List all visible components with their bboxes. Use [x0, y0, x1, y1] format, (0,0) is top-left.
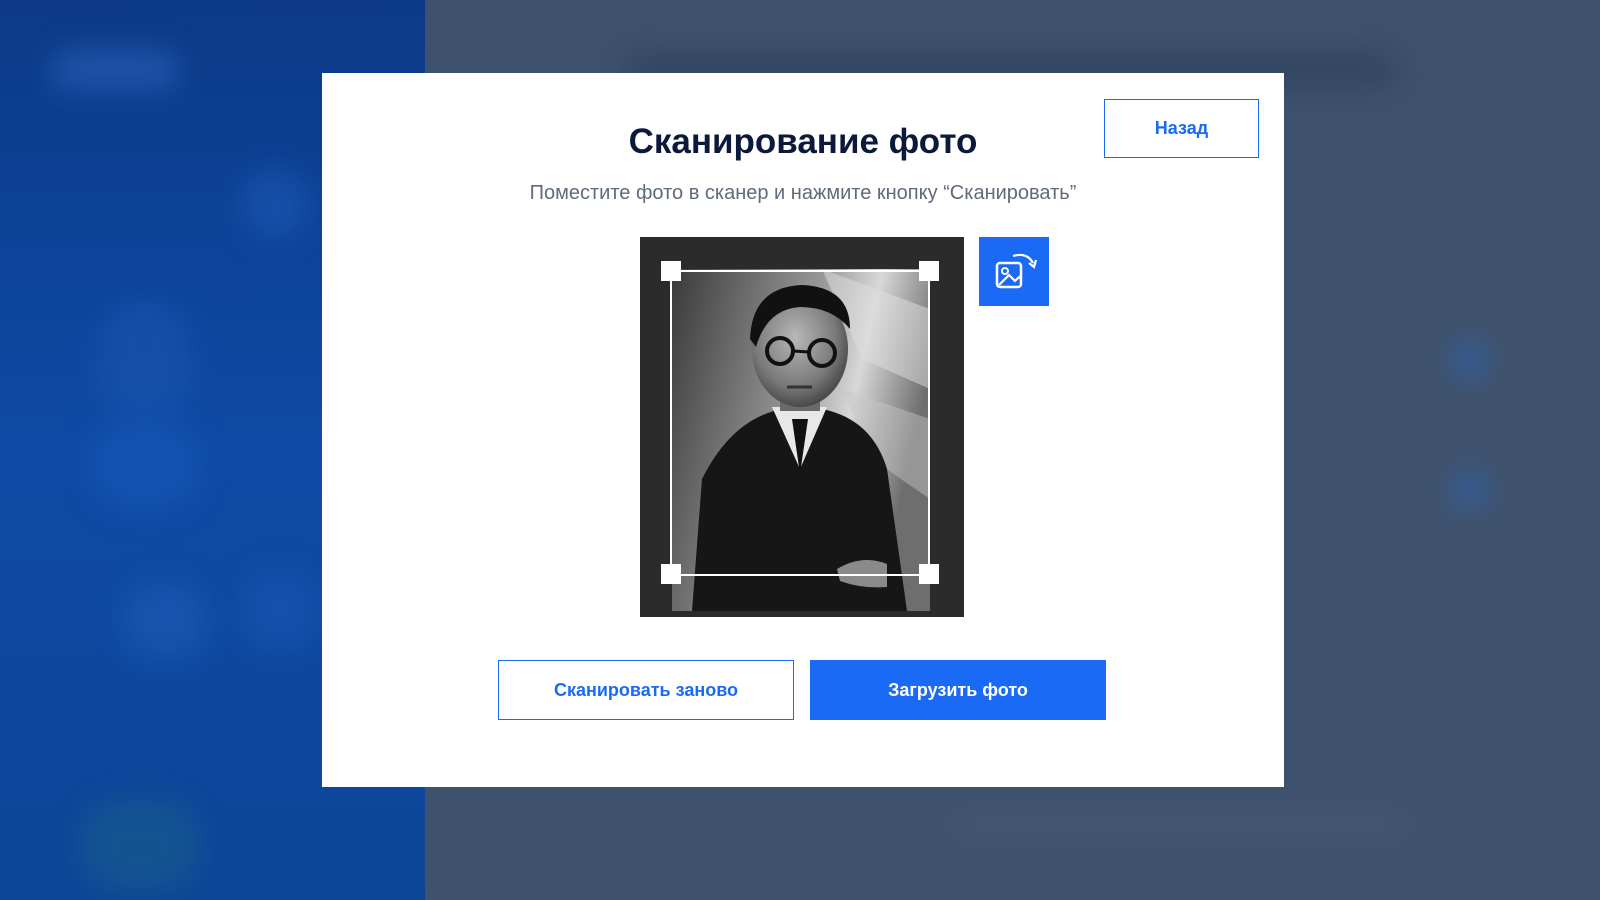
background-blob [1450, 340, 1490, 380]
rotate-image-icon [995, 253, 1038, 288]
background-blob [100, 300, 190, 420]
crop-handle-top-left[interactable] [661, 261, 681, 281]
upload-photo-button[interactable]: Загрузить фото [810, 660, 1106, 720]
crop-handle-bottom-right[interactable] [919, 564, 939, 584]
background-blob [950, 815, 1410, 835]
rescan-button[interactable]: Сканировать заново [498, 660, 794, 720]
rotate-image-button[interactable] [979, 237, 1049, 306]
background-blob [1450, 470, 1490, 510]
crop-handle-bottom-left[interactable] [661, 564, 681, 584]
background-blob [80, 800, 200, 890]
background-blob [240, 170, 310, 240]
background-blob [120, 580, 210, 660]
crop-frame[interactable] [670, 270, 930, 576]
background-blob [50, 50, 180, 90]
dialog-subtitle: Поместите фото в сканер и нажмите кнопку… [529, 182, 1077, 204]
dialog-title: Сканирование фото [628, 122, 978, 161]
crop-handle-top-right[interactable] [919, 261, 939, 281]
background-blob [240, 570, 320, 650]
background-blob [90, 420, 200, 510]
